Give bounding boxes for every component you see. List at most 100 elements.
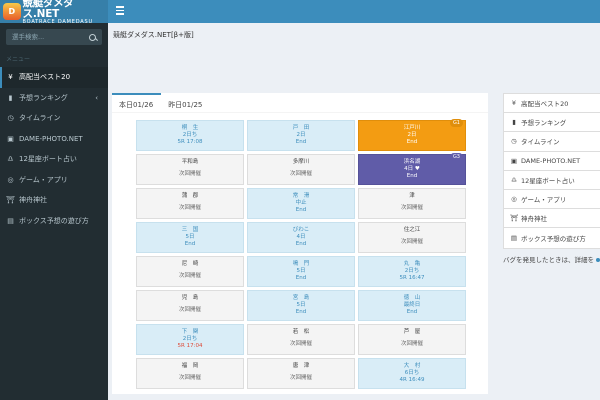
venue-card[interactable]: 丸 亀 2日ち 5R 16:47 — [358, 256, 466, 287]
venue-day: 次回開催 — [400, 341, 423, 348]
venue-status: End — [295, 139, 307, 146]
document-icon: ▤ — [510, 233, 518, 242]
yen-icon: ¥ — [8, 73, 13, 82]
venue-day: 5日 — [296, 268, 306, 275]
tab-today[interactable]: 本日01/26 — [112, 93, 162, 113]
bar-chart-icon: ▮ — [512, 118, 516, 127]
logo[interactable]: D 競艇ダメダス.NET BOATRACE DAMEDASU — [0, 0, 108, 25]
venue-card[interactable]: 戸 田 2日 End — [247, 120, 355, 151]
venue-card[interactable]: 住之江 次回開催 — [358, 222, 466, 253]
sidebar-item-label: ゲーム・アプリ — [19, 175, 68, 184]
sidebar-item-yen[interactable]: ¥ 高配当ベスト20 — [0, 67, 108, 88]
venue-day: 最終日 — [403, 302, 421, 309]
menu-toggle-icon[interactable] — [116, 6, 124, 16]
venue-status: End — [295, 241, 307, 248]
sidebar-item-label: 神舟神社 — [19, 196, 47, 205]
sidebar-item-gamepad[interactable]: ◎ ゲーム・アプリ — [0, 170, 108, 191]
shrine-icon: ⛩ — [6, 196, 15, 205]
venue-card[interactable]: 徳 山最終日 End — [358, 290, 466, 321]
venue-card[interactable]: 常 滑中止 End — [247, 188, 355, 219]
venue-day: 次回開催 — [178, 307, 201, 314]
venue-card[interactable]: 浜名湖 4日 ♥ End G3 — [358, 153, 466, 185]
sidebar-item-label: ボックス予想の遊び方 — [19, 216, 89, 225]
venue-card[interactable]: 鳴 門 5日 End — [247, 256, 355, 287]
venue-card[interactable]: びわこ 4日 End — [247, 222, 355, 253]
venue-card[interactable]: 多摩川 次回開催 — [247, 154, 355, 185]
venue-day: 4日 — [296, 234, 306, 241]
yen-icon: ¥ — [511, 99, 517, 108]
venue-day: 2日ち — [404, 268, 420, 275]
right-menu-label: 高配当ベスト20 — [521, 100, 569, 109]
venue-card[interactable]: 尼 崎次回開催 — [136, 256, 244, 287]
venue-card[interactable]: 宮 島 5日 End — [247, 290, 355, 321]
right-menu-label: DAME-PHOTO.NET — [521, 156, 581, 165]
venue-card[interactable]: 大 村 6日ち 4R 16:49 — [358, 358, 466, 389]
venue-day: 次回開催 — [400, 205, 423, 212]
venue-card[interactable]: 児 島次回開催 — [136, 290, 244, 321]
venue-card[interactable]: 三 国 5日 End — [136, 222, 244, 253]
venue-day: 次回開催 — [178, 273, 201, 280]
sidebar-item-clock[interactable]: ◷ タイムライン — [0, 108, 108, 129]
sidebar-item-label: 12星座ボート占い — [19, 155, 77, 164]
document-icon: ▤ — [7, 216, 14, 225]
venue-name: 唐 津 — [292, 363, 310, 369]
venue-card[interactable]: 下 関 2日ち 5R 17:04 — [136, 324, 244, 355]
venue-day: 次回開催 — [178, 171, 201, 178]
venue-card[interactable]: 蒲 郡次回開催 — [136, 188, 244, 219]
venue-card[interactable]: 唐 津次回開催 — [247, 358, 355, 389]
right-menu-item-bar-chart[interactable]: ▮ 予想ランキング — [504, 113, 600, 133]
right-menu: ¥ 高配当ベスト20 ▮ 予想ランキング ◷ タイムライン ▣ DAME-PHOTO.NET ♎… — [503, 93, 600, 249]
venue-card[interactable]: 江戸川 2日 End G1 — [358, 119, 466, 151]
chevron-left-icon: ‹ — [95, 93, 98, 102]
venue-status: 4R 16:49 — [399, 377, 425, 384]
sidebar-nav: ¥ 高配当ベスト20 ▮ 予想ランキング ‹ ◷ タイムライン ▣ DAME-PHOTO.NET… — [0, 67, 108, 231]
tab-yesterday[interactable]: 昨日01/25 — [161, 93, 210, 113]
right-menu-item-document[interactable]: ▤ ボックス予想の遊び方 — [504, 228, 600, 247]
venue-name: 尼 崎 — [181, 261, 199, 267]
venue-status: End — [406, 173, 418, 180]
info-dot-icon — [596, 258, 600, 262]
venue-card[interactable]: 桐 生 2日ち 5R 17:08 — [136, 120, 244, 151]
right-menu-item-yen[interactable]: ¥ 高配当ベスト20 — [504, 94, 600, 114]
sidebar-item-document[interactable]: ▤ ボックス予想の遊び方 — [0, 211, 108, 232]
search-input[interactable] — [12, 33, 82, 41]
venue-day: 次回開催 — [289, 375, 312, 382]
venue-name: 若 松 — [292, 329, 310, 335]
sidebar-item-label: 予想ランキング — [19, 93, 68, 102]
venue-day: 5日 — [185, 234, 195, 241]
venue-card[interactable]: 若 松次回開催 — [247, 324, 355, 355]
gamepad-icon: ◎ — [7, 175, 14, 184]
top-navbar — [108, 0, 600, 23]
venue-name: 福 岡 — [181, 363, 199, 369]
venue-name: 多摩川 — [292, 159, 310, 165]
venue-status: End — [406, 139, 418, 146]
venue-day: 2日ち — [182, 132, 198, 139]
sidebar-item-bar-chart[interactable]: ▮ 予想ランキング ‹ — [0, 88, 108, 109]
race-venue-panel: 本日01/26 昨日01/25 桐 生 2日ち 5R 17:08 戸 田 2日 End 江戸… — [112, 93, 488, 394]
venue-day: 中止 — [295, 200, 307, 207]
sidebar-item-camera[interactable]: ▣ DAME-PHOTO.NET — [0, 129, 108, 150]
venue-day: 次回開催 — [178, 205, 201, 212]
right-menu-item-zodiac[interactable]: ♎ 12星座ボート占い — [504, 171, 600, 190]
right-menu-item-camera[interactable]: ▣ DAME-PHOTO.NET — [504, 152, 600, 171]
logo-subtitle: BOATRACE DAMEDASU — [22, 19, 93, 25]
search-icon[interactable] — [89, 33, 96, 41]
sidebar-item-shrine[interactable]: ⛩ 神舟神社 — [0, 190, 108, 211]
bar-chart-icon: ▮ — [8, 93, 13, 102]
venue-name: 津 — [409, 193, 415, 199]
shrine-icon: ⛩ — [510, 214, 519, 223]
sidebar-item-zodiac[interactable]: ♎ 12星座ボート占い — [0, 149, 108, 170]
venue-card[interactable]: 平和島 次回開催 — [136, 154, 244, 185]
right-menu-item-clock[interactable]: ◷ タイムライン — [504, 132, 600, 152]
date-tabs: 本日01/26 昨日01/25 — [112, 93, 488, 113]
venue-name: 住之江 — [403, 227, 421, 233]
right-menu-item-shrine[interactable]: ⛩ 神舟神社 — [504, 209, 600, 229]
zodiac-icon: ♎ — [511, 175, 517, 184]
right-menu-label: ゲーム・アプリ — [521, 196, 567, 205]
sidebar-item-label: DAME-PHOTO.NET — [19, 134, 83, 143]
venue-status: End — [295, 309, 307, 316]
venue-card[interactable]: 福 岡次回開催 — [136, 358, 244, 389]
right-menu-item-gamepad[interactable]: ◎ ゲーム・アプリ — [504, 190, 600, 210]
venue-card[interactable]: 芦 屋次回開催 — [358, 324, 466, 355]
venue-card[interactable]: 津次回開催 — [358, 188, 466, 219]
